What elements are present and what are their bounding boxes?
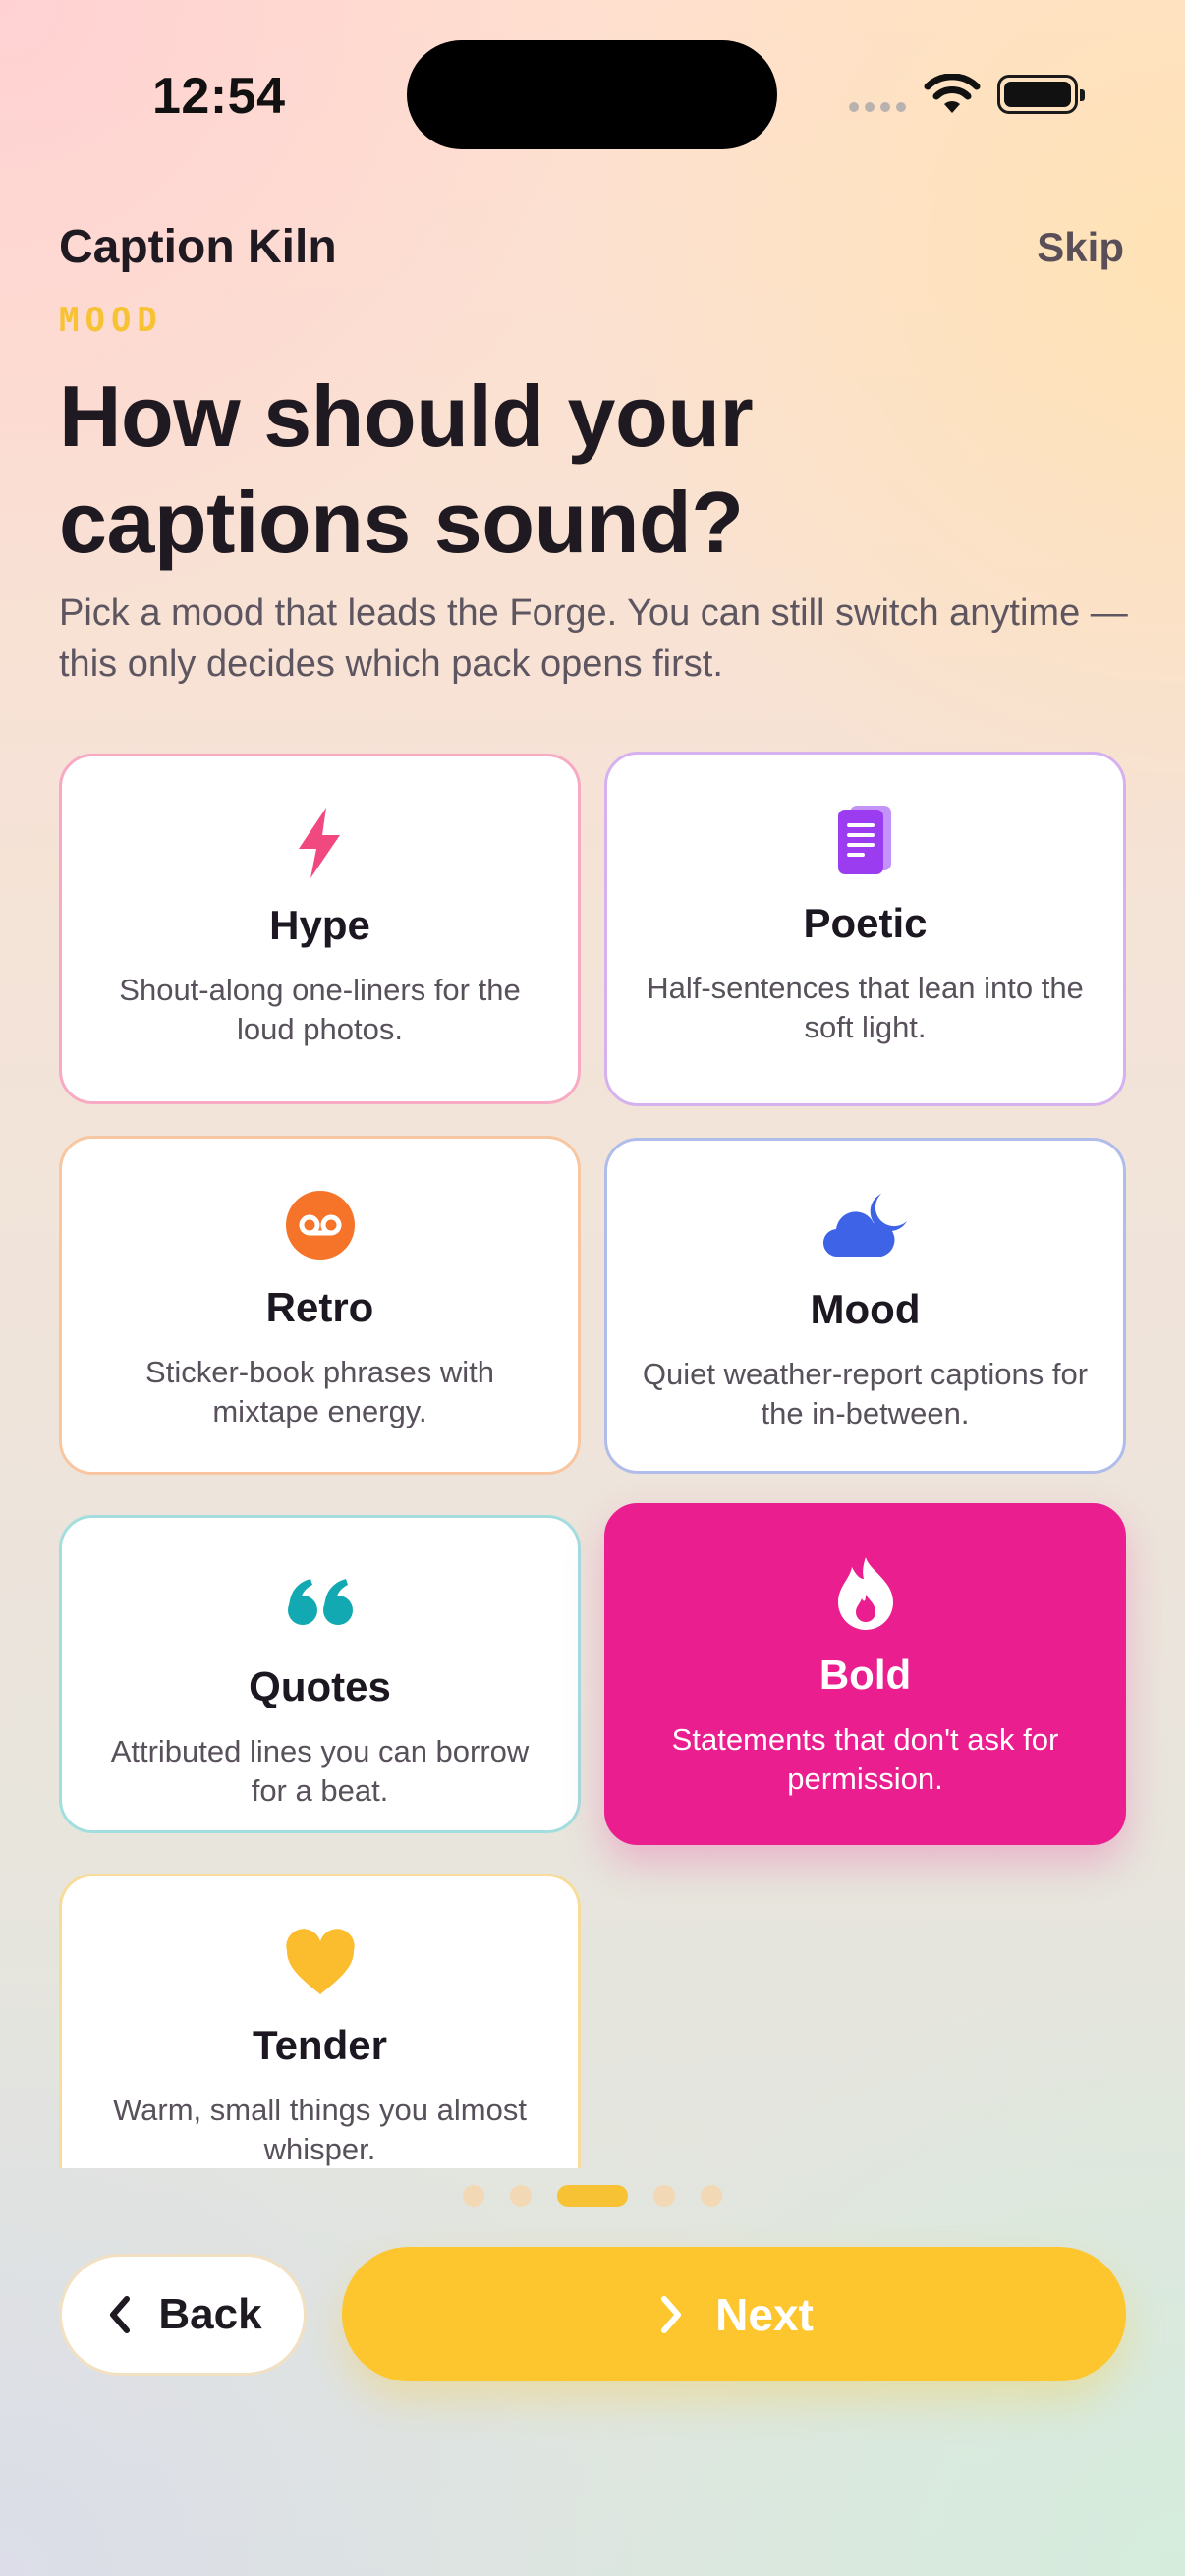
mood-card-bold[interactable]: Bold Statements that don't ask for permi… — [604, 1503, 1126, 1845]
mood-card-retro[interactable]: Retro Sticker-book phrases with mixtape … — [59, 1136, 581, 1475]
mood-card-poetic[interactable]: Poetic Half-sentences that lean into the… — [604, 752, 1126, 1106]
page-dot-active — [557, 2185, 628, 2207]
page-indicator — [0, 2185, 1185, 2207]
voicemail-icon — [285, 1191, 355, 1260]
page-dot — [510, 2185, 532, 2207]
mood-title: Quotes — [249, 1663, 391, 1709]
heart-icon — [285, 1929, 355, 1994]
mood-title: Bold — [818, 1652, 912, 1698]
status-time: 12:54 — [152, 68, 286, 125]
mood-description: Warm, small things you almost whisper. — [113, 2093, 527, 2166]
mood-description: Sticker-book phrases with mixtape energy… — [145, 1355, 494, 1428]
dynamic-island — [407, 40, 777, 149]
back-button[interactable]: Back — [59, 2254, 307, 2376]
mood-card-mood[interactable]: Mood Quiet weather-report captions for t… — [604, 1138, 1126, 1474]
mood-description: Quiet weather-report captions for the in… — [642, 1357, 1089, 1430]
mood-title: Mood — [810, 1286, 921, 1332]
skip-button[interactable]: Skip — [1037, 224, 1124, 271]
battery-icon — [997, 75, 1085, 114]
fire-icon — [837, 1557, 893, 1630]
chevron-left-icon — [110, 2296, 131, 2333]
page-title: How should your captions sound? — [59, 367, 754, 571]
page-subtitle: Pick a mood that leads the Forge. You ca… — [59, 592, 1128, 685]
chevron-right-icon — [661, 2295, 682, 2333]
mood-title: Tender — [253, 2022, 387, 2068]
page-dot — [653, 2185, 675, 2207]
mood-title: Poetic — [803, 900, 928, 946]
lightning-icon — [298, 808, 340, 878]
step-eyebrow: MOOD — [59, 301, 163, 340]
mood-card-quotes[interactable]: Quotes Attributed lines you can borrow f… — [59, 1515, 581, 1833]
mood-title: Hype — [269, 902, 370, 948]
mood-card-hype[interactable]: Hype Shout-along one-liners for the loud… — [59, 754, 581, 1104]
mood-description: Statements that don't ask for permission… — [671, 1722, 1059, 1796]
page-dot — [701, 2185, 722, 2207]
mood-description: Shout-along one-liners for the loud phot… — [119, 973, 521, 1046]
mood-description: Half-sentences that lean into the soft l… — [647, 971, 1084, 1044]
document-icon — [837, 806, 891, 874]
next-button[interactable]: Next — [342, 2247, 1126, 2381]
cellular-signal-icon — [849, 102, 906, 112]
wifi-icon — [924, 74, 981, 113]
quote-icon — [287, 1579, 353, 1625]
page-dot — [463, 2185, 484, 2207]
back-button-label: Back — [158, 2290, 262, 2338]
mood-description: Attributed lines you can borrow for a be… — [110, 1734, 530, 1808]
next-button-label: Next — [715, 2288, 814, 2340]
app-name: Caption Kiln — [59, 221, 337, 273]
cloud-moon-icon — [822, 1194, 907, 1258]
mood-card-tender[interactable]: Tender Warm, small things you almost whi… — [59, 1874, 581, 2168]
mood-title: Retro — [265, 1284, 374, 1330]
